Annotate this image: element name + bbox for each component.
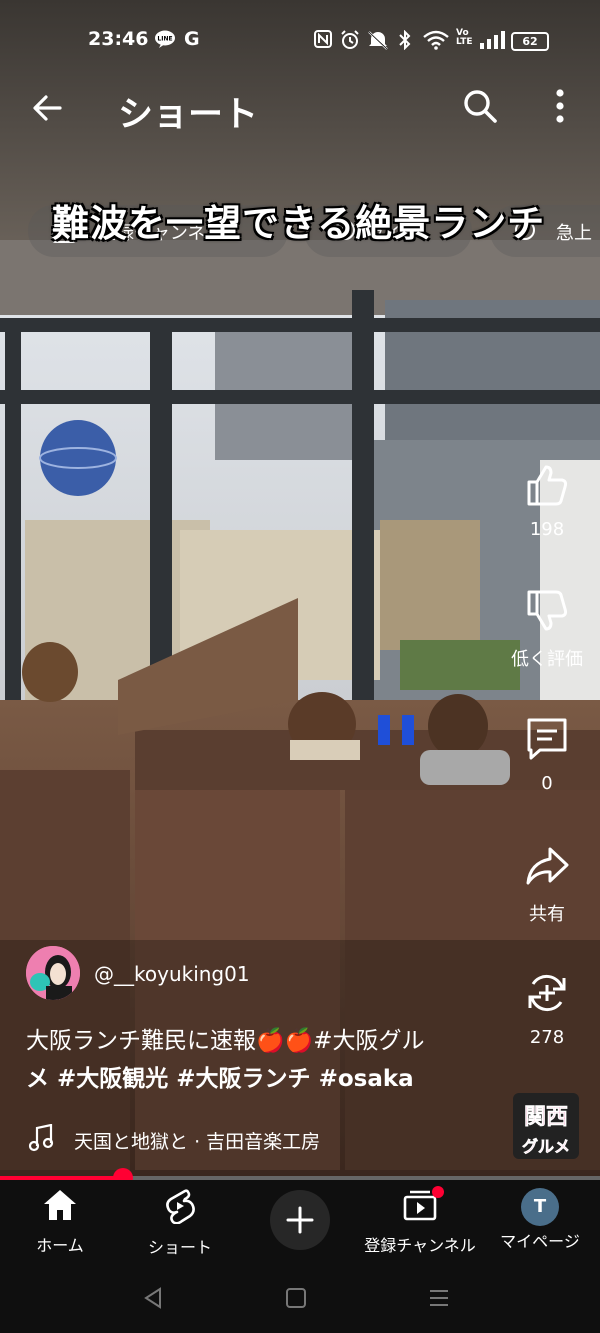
comment-count: 0 — [541, 773, 553, 794]
music-label: 天国と地獄と · 吉田音楽工房 — [74, 1131, 321, 1153]
channel-avatar[interactable] — [26, 946, 80, 1000]
remix-button[interactable]: 278 — [512, 970, 582, 1048]
page-title: ショート — [118, 95, 259, 135]
video-description[interactable]: 大阪ランチ難民に速報🍎🍎#大阪グル メ #大阪観光 #大阪ランチ #osaka — [26, 1022, 506, 1098]
back-button[interactable] — [28, 88, 68, 128]
nav-mypage-label: マイページ — [500, 1232, 580, 1251]
battery-indicator: 62 — [511, 32, 549, 51]
video-caption-overlay: 難波を一望できる絶景ランチ — [52, 201, 546, 245]
nfc-icon — [314, 30, 332, 52]
share-label: 共有 — [529, 904, 565, 925]
wifi-icon — [423, 30, 449, 52]
bluetooth-icon — [398, 29, 412, 52]
signal-icon — [479, 30, 505, 52]
home-icon — [44, 1190, 76, 1220]
remix-icon — [528, 974, 566, 1012]
notification-dot — [432, 1186, 444, 1198]
comments-button[interactable]: 0 — [512, 716, 582, 794]
badge-line-2: グルメ — [521, 1137, 571, 1157]
thumbs-up-icon — [527, 465, 568, 506]
channel-handle[interactable]: @__koyuking01 — [94, 962, 250, 986]
system-home-icon[interactable] — [285, 1286, 307, 1314]
dislike-button[interactable]: 低く評価 — [505, 588, 589, 671]
nav-home[interactable]: ホーム — [5, 1188, 115, 1256]
arrow-left-icon — [33, 95, 62, 121]
more-vert-icon — [556, 89, 564, 123]
google-icon: G — [184, 28, 200, 50]
nav-subscriptions-label: 登録チャンネル — [364, 1236, 476, 1255]
share-icon — [526, 847, 569, 885]
share-button[interactable]: 共有 — [512, 843, 582, 926]
status-time: 23:46 — [88, 28, 149, 50]
system-back-icon[interactable] — [142, 1286, 164, 1314]
search-icon — [464, 90, 497, 123]
system-nav-bar — [0, 1272, 600, 1333]
comment-icon — [527, 718, 567, 760]
chip-trending-label: 急上 — [556, 223, 592, 244]
dislike-label: 低く評価 — [511, 649, 583, 670]
plus-icon — [286, 1206, 314, 1234]
nav-mypage[interactable]: T マイページ — [484, 1188, 596, 1252]
line-icon: LINE — [154, 30, 176, 52]
mute-icon — [367, 30, 389, 52]
status-bar: 23:46 LINE G Vo LTE 62 — [0, 0, 600, 80]
search-button[interactable] — [460, 86, 500, 126]
more-options-button[interactable] — [545, 86, 575, 126]
thumbs-down-icon — [527, 590, 568, 631]
subscriptions-icon — [402, 1186, 444, 1226]
alarm-icon — [340, 30, 360, 52]
nav-shorts-label: ショート — [147, 1238, 212, 1257]
system-menu-icon[interactable] — [428, 1286, 450, 1314]
like-button[interactable]: 198 — [512, 462, 582, 540]
create-button[interactable] — [270, 1190, 330, 1250]
kansai-gourmet-badge[interactable]: 関西 グルメ — [513, 1093, 579, 1159]
nav-home-label: ホーム — [36, 1236, 84, 1255]
music-row[interactable]: 天国と地獄と · 吉田音楽工房 — [28, 1123, 321, 1157]
badge-line-1: 関西 — [523, 1104, 569, 1131]
svg-text:LINE: LINE — [157, 36, 172, 43]
description-line-1: 大阪ランチ難民に速報🍎🍎#大阪グル — [26, 1028, 425, 1054]
volte-icon: Vo LTE — [456, 28, 473, 47]
description-line-2: メ #大阪観光 #大阪ランチ #osaka — [26, 1066, 414, 1092]
user-avatar: T — [521, 1188, 559, 1226]
nav-shorts[interactable]: ショート — [125, 1188, 235, 1258]
shorts-icon — [166, 1189, 195, 1225]
remix-count: 278 — [529, 1027, 565, 1048]
nav-subscriptions[interactable]: 登録チャンネル — [360, 1186, 480, 1256]
music-note-icon — [28, 1123, 54, 1157]
like-count: 198 — [529, 519, 565, 540]
